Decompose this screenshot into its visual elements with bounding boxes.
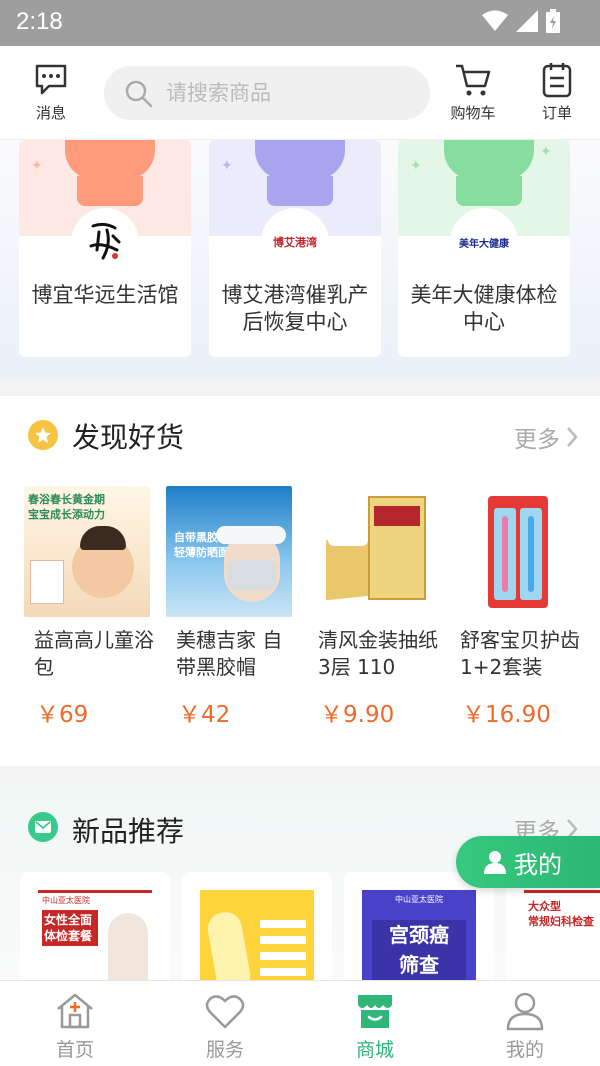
orders-label: 订单 [541,104,572,122]
product-price: ￥69 [36,702,89,728]
product-price: ￥9.90 [320,702,395,728]
search-icon [125,80,153,108]
status-time: 2:18 [16,8,63,35]
mail-badge-icon [28,812,58,842]
store-name: 博宜华远生活馆 [31,283,179,307]
tab-mall-label: 商城 [355,1039,394,1061]
store-logo: 美年大健康 [450,208,518,276]
home-plus-icon [57,993,93,1029]
person-icon [484,851,506,874]
discover-section: 发现好货 更多 春浴春长黄金期 宝宝成长添动力 益高高儿童浴包 ￥69 自带黑胶… [0,396,600,766]
new-product-card[interactable] [182,872,332,980]
tab-mine[interactable]: 我的 [475,991,575,1062]
product-image: 自带黑胶 轻薄防晒面 [166,486,292,617]
product-name: 益高高儿童浴包 [34,628,154,679]
store-card-boai[interactable]: ✦ 博艾港湾 博艾港湾催乳产后恢复中心 [209,140,381,357]
search-input[interactable] [166,74,406,112]
store-card-boyi[interactable]: ✦ 博宜华远生活馆 [19,140,191,357]
face-mask [228,560,276,590]
store-name: 美年大健康体检中心 [410,283,558,334]
product-poster: 中山亚太医院 宫颈癌 筛查 [362,890,476,980]
doctor-figure [108,913,148,980]
product-price: ￥42 [178,702,231,728]
chevron-right-icon [567,427,578,447]
tab-service-label: 服务 [205,1039,244,1061]
product-image [450,486,576,617]
sun-hat [216,526,286,544]
cart-icon [456,64,491,96]
product-card[interactable]: 舒客宝贝护齿1+2套装 ￥16.90 [450,486,580,729]
bottom-tab-bar: 首页 服务 商城 我的 [0,980,600,1066]
product-card[interactable]: 自带黑胶 轻薄防晒面 美穗吉家 自带黑胶帽 ￥42 [166,486,292,729]
orders-button[interactable]: 订单 [522,62,592,123]
new-product-card[interactable]: 中山亚太医院 宫颈癌 筛查 [344,872,494,980]
sparkle-icon: ✦ [31,158,43,174]
signal-icon [516,10,538,32]
sparkle-icon: ✦ [540,144,552,160]
product-name: 舒客宝贝护齿1+2套装 [460,628,580,679]
discover-title: 发现好货 [72,421,185,454]
status-bar: 2:18 [0,0,600,46]
new-product-card[interactable]: 大众型 常规妇科检查 [506,872,600,980]
discover-more-link[interactable]: 更多 [514,420,578,454]
chat-icon [35,64,67,95]
top-header: 消息 购物车 订单 [0,46,600,140]
product-name: 美穗吉家 自带黑胶帽 [176,628,283,679]
product-poster: 大众型 常规妇科检查 [524,890,600,980]
store-card-meinian[interactable]: ✦ ✦ 美年大健康 美年大健康体检中心 [398,140,570,357]
product-card[interactable]: 清风金装抽纸 3层 110 ￥9.90 [308,486,438,729]
messages-label: 消息 [35,104,66,122]
store-icon [358,995,392,1028]
sparkle-icon: ✦ [410,158,422,174]
product-poster [200,890,314,980]
banana-mascot [205,909,253,980]
wifi-icon [482,10,508,31]
sparkle-icon: ✦ [221,158,233,174]
product-card[interactable]: 春浴春长黄金期 宝宝成长添动力 益高高儿童浴包 ￥69 [24,486,154,729]
heart-icon [205,995,245,1029]
product-name: 清风金装抽纸 3层 110 [318,628,438,679]
battery-icon [546,9,560,33]
shop-awning-icon [255,140,345,180]
new-product-card[interactable]: 中山亚太医院 女性全面 体检套餐 [20,872,170,980]
cart-label: 购物车 [450,104,496,122]
calligraphy-logo [89,222,121,260]
user-icon [506,992,544,1031]
star-badge-icon [28,420,58,450]
orders-icon [542,63,572,98]
search-bar[interactable] [104,66,430,120]
tab-mine-label: 我的 [505,1039,544,1061]
store-logo [71,208,139,276]
tab-mall[interactable]: 商城 [325,991,425,1062]
my-floating-button[interactable]: 我的 [456,836,600,888]
product-price: ￥16.90 [462,702,551,728]
package-box [30,560,64,604]
product-poster: 中山亚太医院 女性全面 体检套餐 [38,890,152,980]
product-image: 春浴春长黄金期 宝宝成长添动力 [24,486,150,617]
tab-home[interactable]: 首页 [25,991,125,1062]
shop-awning-icon [444,140,534,180]
tab-home-label: 首页 [55,1039,94,1061]
store-logo: 博艾港湾 [261,208,329,276]
new-products-title: 新品推荐 [72,815,185,848]
store-name: 博艾港湾催乳产后恢复中心 [221,283,369,334]
messages-button[interactable]: 消息 [16,62,86,123]
tab-service[interactable]: 服务 [175,991,275,1062]
product-image [308,486,434,617]
shop-awning-icon [65,140,155,180]
cart-button[interactable]: 购物车 [438,62,508,123]
my-floating-label: 我的 [514,850,562,879]
